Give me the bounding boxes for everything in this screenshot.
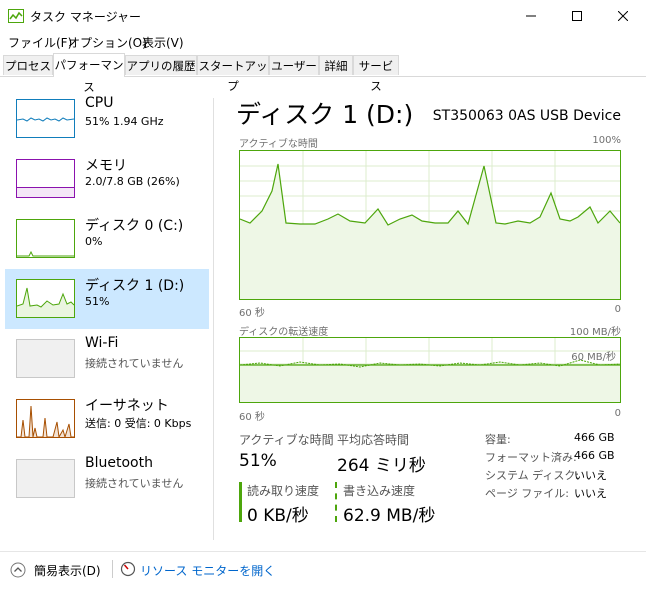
read-speed-value: 0 KB/秒 bbox=[247, 506, 309, 526]
memory-thumbnail-graph bbox=[16, 159, 75, 198]
menu-bar: ファイル(F) オプション(O) 表示(V) bbox=[0, 32, 646, 52]
menu-file[interactable]: ファイル(F) bbox=[8, 34, 72, 51]
tab-processes[interactable]: プロセス bbox=[3, 55, 53, 75]
prop-system-disk-value: いいえ bbox=[574, 469, 607, 482]
sidebar-wifi-title: Wi-Fi bbox=[85, 335, 119, 351]
collapse-chevron-icon[interactable] bbox=[10, 562, 26, 578]
ethernet-thumbnail-graph bbox=[16, 399, 75, 438]
sidebar-item-cpu[interactable]: CPU 51% 1.94 GHz bbox=[5, 89, 209, 149]
device-name: ST350063 0AS USB Device bbox=[432, 108, 621, 124]
bluetooth-thumbnail-graph bbox=[16, 459, 75, 498]
write-speed-value: 62.9 MB/秒 bbox=[343, 506, 436, 526]
sidebar-cpu-title: CPU bbox=[85, 95, 114, 111]
sidebar-cpu-sub: 51% 1.94 GHz bbox=[85, 115, 164, 128]
wifi-thumbnail-graph bbox=[16, 339, 75, 378]
graph1-max: 100% bbox=[592, 135, 621, 146]
menu-view[interactable]: 表示(V) bbox=[142, 34, 184, 51]
footer-separator bbox=[112, 560, 113, 578]
title-bar[interactable]: タスク マネージャー bbox=[0, 0, 646, 32]
read-speed-label: 読み取り速度 bbox=[247, 484, 320, 498]
prop-formatted-value: 466 GB bbox=[574, 449, 615, 462]
tab-services[interactable]: サービス bbox=[353, 55, 399, 93]
maximize-button[interactable] bbox=[554, 0, 600, 32]
graph2-left-axis: 60 秒 bbox=[239, 412, 265, 423]
tab-app-history[interactable]: アプリの履歴 bbox=[125, 55, 197, 75]
write-speed-indicator bbox=[335, 482, 337, 522]
main-title: ディスク 1 (D:) bbox=[236, 100, 414, 129]
footer: 簡易表示(D) リソース モニターを開く bbox=[0, 551, 646, 594]
active-time-value: 51% bbox=[239, 451, 277, 471]
sidebar-item-disk1[interactable]: ディスク 1 (D:) 51% bbox=[5, 269, 209, 329]
sidebar-bluetooth-title: Bluetooth bbox=[85, 455, 153, 471]
graph2-mid-label: 60 MB/秒 bbox=[571, 352, 616, 363]
disk0-thumbnail-graph bbox=[16, 219, 75, 258]
graph2-max: 100 MB/秒 bbox=[569, 327, 621, 338]
task-manager-icon bbox=[8, 9, 24, 23]
close-button[interactable] bbox=[600, 0, 646, 32]
sidebar-disk0-sub: 0% bbox=[85, 235, 103, 248]
prop-capacity-value: 466 GB bbox=[574, 431, 615, 444]
tab-details[interactable]: 詳細 bbox=[319, 55, 353, 75]
sidebar-memory-sub: 2.0/7.8 GB (26%) bbox=[85, 175, 180, 188]
tab-users[interactable]: ユーザー bbox=[269, 55, 319, 75]
maximize-icon bbox=[572, 11, 582, 21]
graph1-left-axis: 60 秒 bbox=[239, 308, 265, 319]
sidebar-wifi-sub: 接続されていません bbox=[85, 357, 184, 370]
prop-formatted-label: フォーマット済み: bbox=[485, 451, 577, 464]
close-icon bbox=[618, 11, 628, 21]
graph1-right-axis: 0 bbox=[614, 304, 621, 315]
graph2-right-axis: 0 bbox=[614, 408, 621, 419]
simple-view-button[interactable]: 簡易表示(D) bbox=[34, 562, 101, 579]
tab-startup[interactable]: スタートアップ bbox=[197, 55, 269, 93]
open-resource-monitor-link[interactable]: リソース モニターを開く bbox=[140, 562, 275, 579]
prop-capacity-label: 容量: bbox=[485, 433, 511, 446]
graph2-label: ディスクの転送速度 bbox=[239, 327, 329, 338]
window-title: タスク マネージャー bbox=[30, 10, 141, 24]
active-time-graph bbox=[239, 150, 621, 300]
sidebar-ethernet-sub: 送信: 0 受信: 0 Kbps bbox=[85, 417, 192, 430]
graph1-label: アクティブな時間 bbox=[239, 139, 318, 150]
active-time-graph-svg bbox=[240, 151, 620, 299]
minimize-button[interactable] bbox=[508, 0, 554, 32]
read-speed-indicator bbox=[239, 482, 242, 522]
menu-options[interactable]: オプション(O) bbox=[68, 34, 147, 51]
sidebar-disk0-title: ディスク 0 (C:) bbox=[85, 218, 184, 234]
response-time-value: 264 ミリ秒 bbox=[337, 456, 426, 476]
sidebar-memory-title: メモリ bbox=[85, 158, 127, 174]
sidebar-divider bbox=[213, 98, 214, 540]
sidebar-disk1-sub: 51% bbox=[85, 295, 110, 308]
prop-page-file-label: ページ ファイル: bbox=[485, 487, 569, 500]
sidebar-item-wifi[interactable]: Wi-Fi 接続されていません bbox=[5, 329, 209, 389]
disk1-thumbnail-graph bbox=[16, 279, 75, 318]
minimize-icon bbox=[526, 15, 536, 17]
sidebar-item-disk0[interactable]: ディスク 0 (C:) 0% bbox=[5, 209, 209, 269]
sidebar-item-memory[interactable]: メモリ 2.0/7.8 GB (26%) bbox=[5, 149, 209, 209]
prop-system-disk-label: システム ディスク: bbox=[485, 469, 580, 482]
transfer-rate-graph: 60 MB/秒 bbox=[239, 337, 621, 403]
tab-strip: プロセス パフォーマンス アプリの履歴 スタートアップ ユーザー 詳細 サービス bbox=[0, 53, 646, 94]
sidebar-bluetooth-sub: 接続されていません bbox=[85, 477, 184, 490]
resource-monitor-icon bbox=[120, 561, 136, 577]
sidebar-item-bluetooth[interactable]: Bluetooth 接続されていません bbox=[5, 449, 209, 509]
sidebar-item-ethernet[interactable]: イーサネット 送信: 0 受信: 0 Kbps bbox=[5, 389, 209, 449]
write-speed-label: 書き込み速度 bbox=[343, 484, 416, 498]
transfer-rate-graph-svg bbox=[240, 338, 620, 402]
sidebar-ethernet-title: イーサネット bbox=[85, 398, 169, 414]
tab-performance[interactable]: パフォーマンス bbox=[53, 53, 125, 94]
active-time-label: アクティブな時間 bbox=[239, 433, 334, 447]
prop-page-file-value: いいえ bbox=[574, 487, 607, 500]
cpu-thumbnail-graph bbox=[16, 99, 75, 138]
response-time-label: 平均応答時間 bbox=[337, 433, 410, 447]
sidebar-disk1-title: ディスク 1 (D:) bbox=[85, 278, 185, 294]
